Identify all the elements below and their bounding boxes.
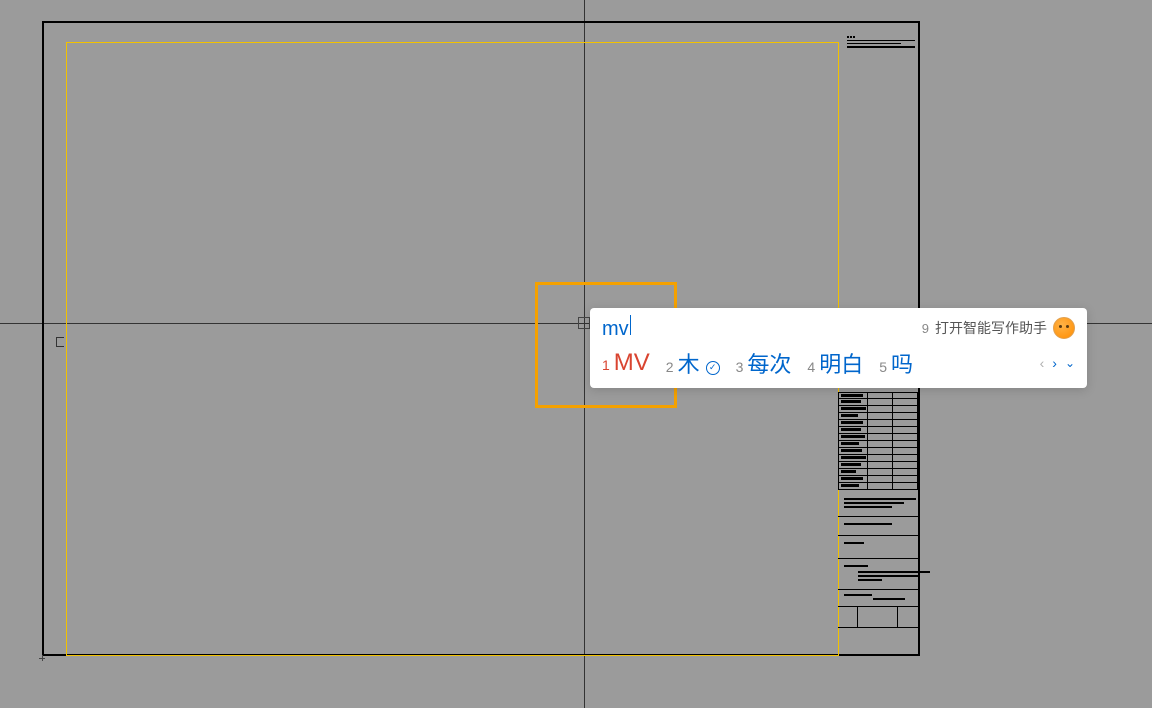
candidate-number: 4 bbox=[807, 359, 815, 375]
ime-text-cursor bbox=[630, 315, 631, 335]
assistant-icon bbox=[1053, 317, 1075, 339]
crosshair-pickbox bbox=[578, 317, 590, 329]
candidate-number: 2 bbox=[666, 359, 674, 375]
candidate-text: 吗 bbox=[891, 347, 913, 379]
side-tick-mark bbox=[56, 337, 64, 347]
ime-hint-label: 打开智能写作助手 bbox=[935, 318, 1047, 338]
ime-navigation: ‹ › ⌄ bbox=[1040, 355, 1075, 371]
candidate-text: 木 bbox=[678, 347, 700, 379]
ime-panel[interactable]: mv 9 打开智能写作助手 1 MV 2 木 ✓ 3 每次 4 明白 5 吗 bbox=[590, 308, 1087, 388]
candidate-text: 明白 bbox=[819, 347, 863, 379]
candidate-cloud-badge-icon: ✓ bbox=[706, 361, 720, 375]
ime-assistant-hint[interactable]: 9 打开智能写作助手 bbox=[922, 317, 1075, 339]
candidate-text: 每次 bbox=[747, 347, 791, 379]
titleblock-bottom bbox=[838, 392, 918, 652]
ime-candidate-3[interactable]: 3 每次 bbox=[736, 347, 792, 379]
ime-prev-page-icon[interactable]: ‹ bbox=[1040, 355, 1045, 371]
ime-candidate-4[interactable]: 4 明白 bbox=[807, 347, 863, 379]
candidate-text: MV bbox=[614, 349, 650, 377]
ime-candidate-5[interactable]: 5 吗 bbox=[879, 347, 913, 379]
origin-marker bbox=[39, 655, 45, 661]
ime-next-page-icon[interactable]: › bbox=[1052, 355, 1057, 371]
ime-candidates-row: 1 MV 2 木 ✓ 3 每次 4 明白 5 吗 ‹ › ⌄ bbox=[590, 342, 1087, 388]
ime-composition-text: mv bbox=[602, 318, 629, 341]
candidate-number: 5 bbox=[879, 359, 887, 375]
ime-candidate-2[interactable]: 2 木 ✓ bbox=[666, 347, 720, 379]
ime-expand-icon[interactable]: ⌄ bbox=[1065, 356, 1075, 370]
candidate-number: 3 bbox=[736, 359, 744, 375]
candidate-number: 1 bbox=[602, 357, 610, 373]
ime-input-row: mv 9 打开智能写作助手 bbox=[590, 308, 1087, 342]
titleblock-top bbox=[847, 36, 915, 56]
ime-hint-number: 9 bbox=[922, 321, 929, 336]
ime-candidate-1[interactable]: 1 MV bbox=[602, 349, 650, 377]
